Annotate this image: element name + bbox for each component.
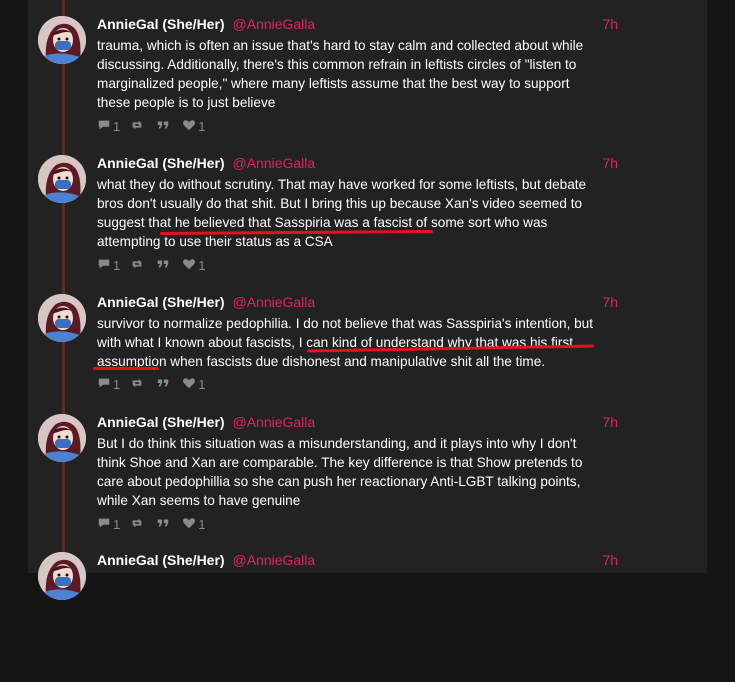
tweet-text-line: care about pedophillia so she can push h… <box>97 474 581 489</box>
tweet-actions: 1 1 <box>97 376 215 392</box>
timestamp[interactable]: 7h <box>602 16 618 32</box>
annotation-underline <box>93 367 159 370</box>
timestamp[interactable]: 7h <box>602 155 618 171</box>
user-handle[interactable]: @AnnieGalla <box>232 155 315 171</box>
tweet-actions: 1 1 <box>97 257 215 273</box>
tweet-text: what they do without scrutiny. That may … <box>97 175 602 251</box>
tweet-actions: 1 1 <box>97 516 215 532</box>
tweet-text-line: while Xan seems to have genuine <box>97 493 301 508</box>
reply-icon <box>97 257 113 274</box>
reply-count: 1 <box>113 118 121 134</box>
display-name[interactable]: AnnieGal (She/Her) <box>97 16 225 32</box>
tweet-text-line: survivor to normalize pedophilia. I do n… <box>97 316 594 331</box>
quote-button[interactable] <box>156 118 172 135</box>
like-icon <box>182 118 198 135</box>
display-name[interactable]: AnnieGal (She/Her) <box>97 294 225 310</box>
like-button[interactable]: 1 <box>182 118 205 135</box>
like-count: 1 <box>198 257 206 273</box>
tweet-text: But I do think this situation was a misu… <box>97 434 602 510</box>
retweet-icon <box>130 376 146 393</box>
quote-icon <box>156 516 172 533</box>
avatar[interactable] <box>38 16 86 64</box>
reply-button[interactable]: 1 <box>97 376 120 393</box>
like-button[interactable]: 1 <box>182 257 205 274</box>
retweet-icon <box>130 257 146 274</box>
like-count: 1 <box>198 376 206 392</box>
reply-count: 1 <box>113 257 121 273</box>
reply-button[interactable]: 1 <box>97 118 120 135</box>
user-handle[interactable]: @AnnieGalla <box>232 16 315 32</box>
user-handle[interactable]: @AnnieGalla <box>232 552 315 568</box>
quote-icon <box>156 118 172 135</box>
tweet-text-line: these people is to just believe <box>97 95 276 110</box>
avatar[interactable] <box>38 552 86 600</box>
reply-icon <box>97 118 113 135</box>
like-button[interactable]: 1 <box>182 516 205 533</box>
tweet-header: AnnieGal (She/Her) @AnnieGalla <box>97 16 617 34</box>
quote-button[interactable] <box>156 376 172 393</box>
retweet-button[interactable] <box>130 257 146 274</box>
reply-count: 1 <box>113 376 121 392</box>
quote-icon <box>156 257 172 274</box>
tweet-text: survivor to normalize pedophilia. I do n… <box>97 314 602 371</box>
display-name[interactable]: AnnieGal (She/Her) <box>97 155 225 171</box>
quote-button[interactable] <box>156 257 172 274</box>
tweet-text-line: discussing. Additionally, there's this c… <box>97 57 577 72</box>
tweet-header: AnnieGal (She/Her) @AnnieGalla <box>97 294 617 312</box>
like-count: 1 <box>198 516 206 532</box>
reply-icon <box>97 516 113 533</box>
tweet[interactable]: AnnieGal (She/Her) @AnnieGalla 7h trauma… <box>28 16 707 146</box>
user-handle[interactable]: @AnnieGalla <box>232 414 315 430</box>
timestamp[interactable]: 7h <box>602 414 618 430</box>
tweet-text-line: bros don't usually do that shit. But I b… <box>97 196 583 211</box>
quote-button[interactable] <box>156 516 172 533</box>
like-button[interactable]: 1 <box>182 376 205 393</box>
avatar[interactable] <box>38 414 86 462</box>
retweet-button[interactable] <box>130 118 146 135</box>
tweet-text-line: suggest that he believed that Sasspiria … <box>97 215 548 230</box>
like-icon <box>182 257 198 274</box>
display-name[interactable]: AnnieGal (She/Her) <box>97 414 225 430</box>
tweet-header: AnnieGal (She/Her) @AnnieGalla <box>97 155 617 173</box>
tweet-text-line: But I do think this situation was a misu… <box>97 436 577 451</box>
tweet-header: AnnieGal (She/Her) @AnnieGalla <box>97 414 617 432</box>
tweet-text: trauma, which is often an issue that's h… <box>97 36 602 112</box>
retweet-button[interactable] <box>130 516 146 533</box>
tweet-text-line: assumption when fascists due dishonest a… <box>97 354 546 369</box>
tweet-text-line: trauma, which is often an issue that's h… <box>97 38 584 53</box>
like-count: 1 <box>198 118 206 134</box>
tweet[interactable]: AnnieGal (She/Her) @AnnieGalla 7h But I … <box>28 414 707 544</box>
tweet-text-line: what they do without scrutiny. That may … <box>97 177 587 192</box>
like-icon <box>182 376 198 393</box>
tweet-actions: 1 1 <box>97 118 215 134</box>
user-handle[interactable]: @AnnieGalla <box>232 294 315 310</box>
like-icon <box>182 516 198 533</box>
tweet-text-line: think Shoe and Xan are comparable. The k… <box>97 455 583 470</box>
retweet-icon <box>130 118 146 135</box>
reply-icon <box>97 376 113 393</box>
tweet-text-line: marginalized people," where many leftist… <box>97 76 570 91</box>
reply-count: 1 <box>113 516 121 532</box>
quote-icon <box>156 376 172 393</box>
avatar[interactable] <box>38 294 86 342</box>
retweet-icon <box>130 516 146 533</box>
display-name[interactable]: AnnieGal (She/Her) <box>97 552 225 568</box>
tweet-header: AnnieGal (She/Her) @AnnieGalla <box>97 552 617 570</box>
timestamp[interactable]: 7h <box>602 552 618 568</box>
tweet[interactable]: AnnieGal (She/Her) @AnnieGalla 7h <box>28 552 707 682</box>
avatar[interactable] <box>38 155 86 203</box>
tweet[interactable]: AnnieGal (She/Her) @AnnieGalla 7h surviv… <box>28 294 707 424</box>
reply-button[interactable]: 1 <box>97 257 120 274</box>
timestamp[interactable]: 7h <box>602 294 618 310</box>
reply-button[interactable]: 1 <box>97 516 120 533</box>
tweet[interactable]: AnnieGal (She/Her) @AnnieGalla 7h what t… <box>28 155 707 285</box>
retweet-button[interactable] <box>130 376 146 393</box>
